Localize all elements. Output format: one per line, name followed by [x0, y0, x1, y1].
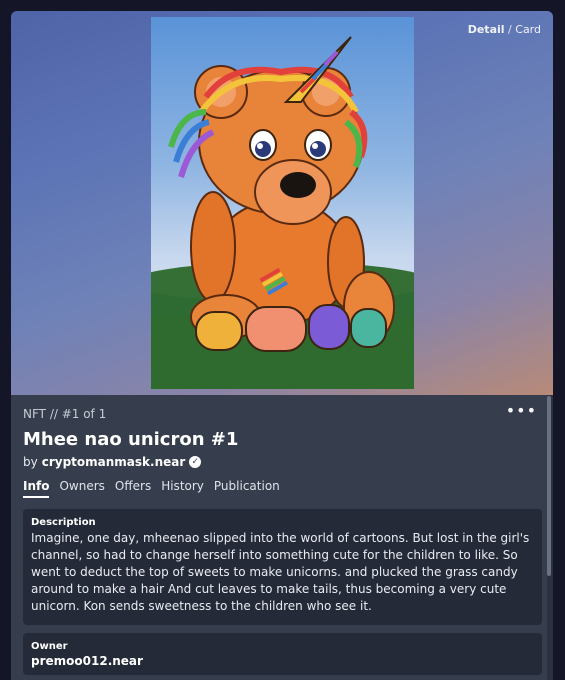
tab-history[interactable]: History — [161, 479, 204, 498]
tab-offers[interactable]: Offers — [115, 479, 151, 498]
tab-info[interactable]: Info — [23, 479, 50, 498]
nft-info-section: NFT // #1 of 1 ••• Mhee nao unicron #1 b… — [11, 395, 553, 680]
breadcrumb-parent[interactable]: Card — [515, 23, 541, 36]
breadcrumb-separator: / — [508, 23, 512, 36]
by-prefix: by — [23, 455, 38, 469]
scrollbar-thumb[interactable] — [547, 396, 551, 576]
nft-edition-meta: NFT // #1 of 1 — [23, 407, 107, 421]
owner-panel: Owner premoo012.near — [23, 633, 542, 675]
nft-artwork[interactable] — [151, 17, 414, 389]
owner-label: Owner — [31, 641, 68, 652]
breadcrumb: Detail / Card — [468, 23, 541, 36]
breadcrumb-current: Detail — [467, 23, 505, 36]
unicorn-bear-illustration — [151, 36, 414, 389]
creator-link[interactable]: cryptomanmask.near — [42, 455, 186, 469]
more-dots-icon[interactable]: ••• — [506, 401, 537, 420]
owner-value[interactable]: premoo012.near — [31, 654, 534, 668]
description-text: Imagine, one day, mheenao slipped into t… — [31, 531, 530, 613]
detail-tabs: Info Owners Offers History Publication — [23, 479, 280, 498]
nft-title: Mhee nao unicron #1 — [23, 429, 239, 450]
nft-detail-card: Detail / Card NFT // #1 of 1 ••• Mhee na… — [11, 11, 553, 680]
tab-publication[interactable]: Publication — [214, 479, 280, 498]
description-label: Description — [31, 517, 96, 528]
hero-banner: Detail / Card — [11, 11, 553, 395]
tab-owners[interactable]: Owners — [59, 479, 104, 498]
verified-badge-icon: ✓ — [189, 456, 202, 468]
description-panel: Description Imagine, one day, mheenao sl… — [23, 509, 542, 625]
creator-line: by cryptomanmask.near ✓ — [23, 455, 202, 469]
